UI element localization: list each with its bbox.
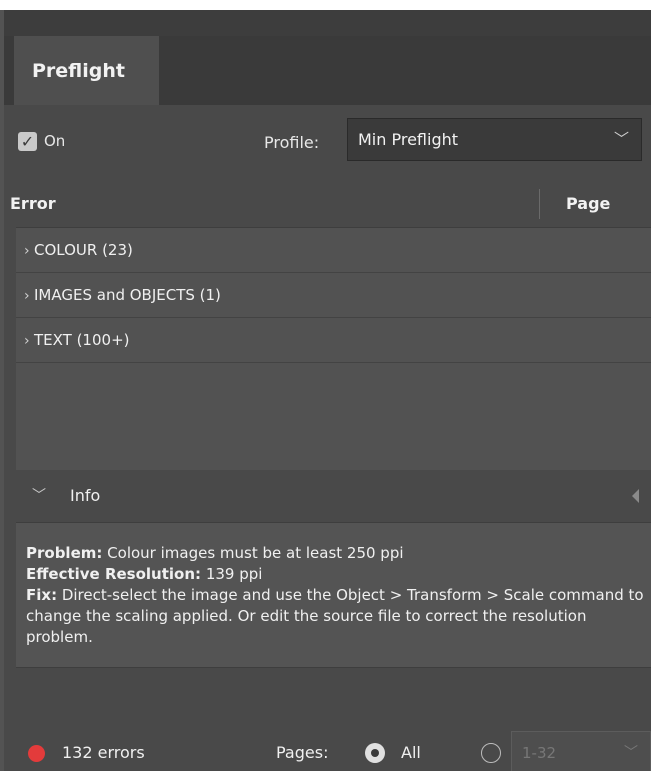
- on-label: On: [44, 132, 66, 150]
- problem-label: Problem:: [26, 544, 103, 562]
- preflight-panel: Preflight ✓ On Profile: Min Preflight ﹀ …: [4, 10, 651, 771]
- problem-text: Colour images must be at least 250 ppi: [107, 544, 404, 562]
- error-list: › COLOUR (23) › IMAGES and OBJECTS (1) › TE…: [16, 227, 651, 470]
- error-group-images-objects[interactable]: › IMAGES and OBJECTS (1): [16, 273, 651, 318]
- error-group-label: COLOUR (23): [34, 241, 133, 259]
- pages-all-radio[interactable]: [365, 743, 385, 763]
- error-group-label: IMAGES and OBJECTS (1): [34, 286, 221, 304]
- fix-text: Direct-select the image and use the Obje…: [26, 586, 644, 646]
- column-header-page[interactable]: Page: [566, 194, 610, 213]
- error-count[interactable]: 132 errors: [62, 743, 145, 762]
- pages-label: Pages:: [276, 743, 329, 762]
- column-divider[interactable]: [539, 189, 540, 219]
- pages-all-label: All: [401, 743, 421, 762]
- profile-value: Min Preflight: [358, 130, 459, 149]
- pages-range-radio[interactable]: [481, 743, 501, 763]
- chevron-right-icon[interactable]: ›: [24, 274, 34, 319]
- tab-strip: Preflight: [4, 36, 651, 105]
- resolution-label: Effective Resolution:: [26, 565, 202, 583]
- chevron-right-icon[interactable]: ›: [24, 319, 34, 364]
- info-section-header[interactable]: ﹀ Info: [4, 472, 651, 522]
- on-checkbox[interactable]: ✓: [18, 132, 37, 151]
- resolution-text: 139 ppi: [205, 565, 263, 583]
- error-list-header: Error Page: [4, 181, 651, 227]
- chevron-right-icon[interactable]: ›: [24, 229, 34, 274]
- collapse-arrow-icon[interactable]: [632, 489, 639, 503]
- page-range-placeholder: 1-32: [522, 744, 557, 762]
- chevron-down-icon[interactable]: ﹀: [32, 485, 46, 505]
- error-group-text[interactable]: › TEXT (100+): [16, 318, 651, 363]
- info-title: Info: [70, 486, 101, 505]
- error-status-icon: [28, 745, 45, 762]
- profile-label: Profile:: [264, 133, 320, 152]
- chevron-down-icon: ﹀: [613, 130, 629, 148]
- error-group-label: TEXT (100+): [34, 331, 130, 349]
- status-footer: 132 errors Pages: All 1-32 ﹀: [4, 720, 651, 771]
- tab-preflight[interactable]: Preflight: [14, 36, 159, 105]
- page-range-field[interactable]: 1-32 ﹀: [511, 731, 651, 771]
- checkmark-icon: ✓: [20, 132, 35, 151]
- fix-line: Fix: Direct-select the image and use the…: [26, 585, 651, 648]
- chevron-down-icon[interactable]: ﹀: [624, 732, 638, 771]
- column-header-error[interactable]: Error: [10, 194, 56, 213]
- resolution-line: Effective Resolution: 139 ppi: [26, 564, 651, 585]
- profile-dropdown[interactable]: Min Preflight ﹀: [347, 118, 642, 161]
- fix-label: Fix:: [26, 586, 58, 604]
- problem-line: Problem: Colour images must be at least …: [26, 543, 651, 564]
- info-details: Problem: Colour images must be at least …: [16, 522, 651, 668]
- panel-title-strip: [4, 10, 651, 36]
- top-bar: [0, 0, 651, 10]
- error-group-colour[interactable]: › COLOUR (23): [16, 228, 651, 273]
